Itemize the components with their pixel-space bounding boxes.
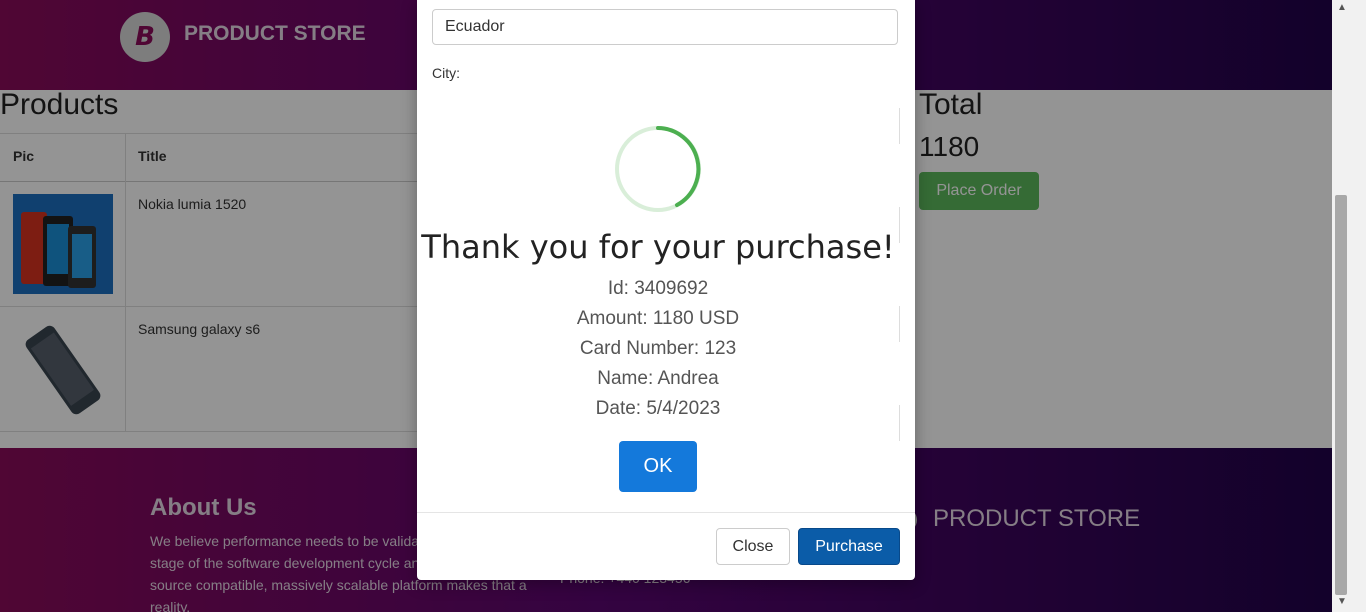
alert-amount: Amount: 1180 USD xyxy=(576,308,740,329)
city-label: City: xyxy=(432,65,460,81)
scroll-down-arrow-icon[interactable]: ▼ xyxy=(1336,596,1348,608)
success-spinner-icon xyxy=(615,126,701,212)
alert-date: Date: 5/4/2023 xyxy=(595,398,721,419)
scroll-up-arrow-icon[interactable]: ▲ xyxy=(1336,2,1348,14)
country-input[interactable]: Ecuador xyxy=(432,9,898,45)
purchase-button[interactable]: Purchase xyxy=(798,528,900,565)
alert-card-number: Card Number: 123 xyxy=(579,338,737,359)
scrollbar-thumb[interactable] xyxy=(1335,195,1347,595)
page: B PRODUCT STORE Products Pic Title Nokia… xyxy=(0,0,1332,612)
alert-title: Thank you for your purchase! xyxy=(421,228,895,266)
close-button[interactable]: Close xyxy=(716,528,790,565)
alert-id: Id: 3409692 xyxy=(607,278,709,299)
ok-button[interactable]: OK xyxy=(619,441,697,492)
city-input[interactable] xyxy=(896,108,900,144)
alert-name: Name: Andrea xyxy=(597,368,719,389)
modal-footer-divider xyxy=(417,512,915,513)
